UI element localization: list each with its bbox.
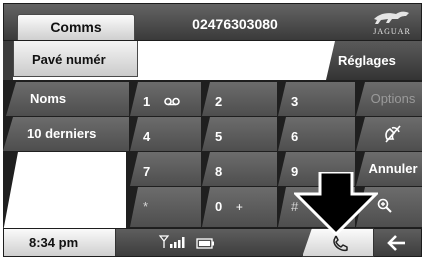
menu-item-10-derniers[interactable]: 10 derniers	[3, 117, 129, 151]
key-digit: 8	[215, 164, 223, 179]
key-6[interactable]: 6	[278, 117, 355, 151]
menu-item-label: 10 derniers	[27, 126, 97, 141]
key-sub-label: +	[235, 200, 243, 214]
key-1[interactable]: 1	[130, 82, 201, 116]
logo-text: JAGUAR	[373, 27, 411, 36]
signal-strength-icon	[158, 235, 185, 248]
microphone-mute-icon	[385, 125, 401, 143]
back-button[interactable]	[375, 231, 419, 255]
key-0[interactable]: 0 +	[202, 187, 277, 227]
magnifier-plus-icon	[377, 198, 392, 213]
menu-item-label: Noms	[30, 91, 67, 106]
key-digit: 6	[291, 129, 299, 144]
left-edge-strip	[3, 41, 13, 80]
battery-icon	[196, 238, 214, 249]
voicemail-icon	[164, 95, 180, 109]
tab-keypad[interactable]: Pavé numér	[13, 41, 138, 77]
callout-arrow	[294, 172, 378, 236]
key-4[interactable]: 4	[130, 117, 201, 151]
key-digit: 7	[143, 164, 151, 179]
key-digit: 0	[215, 199, 223, 214]
phone-handset-icon	[333, 235, 348, 252]
status-icons	[154, 234, 224, 252]
secondary-tab-row: Pavé numér Réglages	[3, 41, 422, 80]
options-button[interactable]: Options	[356, 82, 422, 116]
key-star[interactable]: *	[130, 187, 201, 227]
settings-button[interactable]: Réglages	[326, 41, 422, 80]
key-digit: 3	[291, 94, 299, 109]
key-digit: *	[143, 199, 149, 214]
options-label: Options	[370, 91, 416, 106]
clock: 8:34 pm	[4, 229, 116, 256]
dialed-number-display: 02476303080	[192, 16, 278, 32]
jaguar-logo: JAGUAR	[367, 7, 417, 39]
phone-screen: Comms 02476303080 JAGUAR Pavé numér Régl…	[0, 0, 426, 260]
key-digit: 5	[215, 129, 223, 144]
key-8[interactable]: 8	[202, 152, 277, 186]
key-digit: 1	[143, 94, 151, 109]
top-bar: Comms 02476303080 JAGUAR	[3, 3, 422, 41]
key-digit: 2	[215, 94, 223, 109]
empty-panel	[3, 152, 126, 232]
key-2[interactable]: 2	[202, 82, 277, 116]
menu-item-noms[interactable]: Noms	[6, 82, 129, 116]
key-digit: 4	[143, 129, 151, 144]
key-5[interactable]: 5	[202, 117, 277, 151]
tab-comms[interactable]: Comms	[17, 14, 135, 40]
mute-button[interactable]	[356, 117, 422, 151]
jaguar-leaper-icon	[374, 11, 409, 24]
key-7[interactable]: 7	[130, 152, 201, 186]
key-3[interactable]: 3	[278, 82, 355, 116]
back-arrow-icon	[387, 235, 405, 251]
